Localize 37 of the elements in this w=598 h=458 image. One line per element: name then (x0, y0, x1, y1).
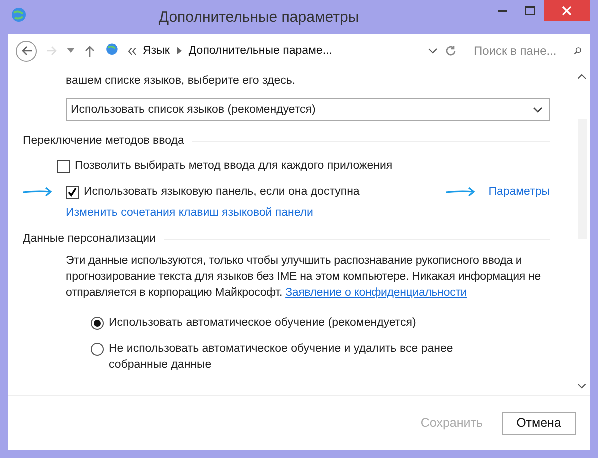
close-button[interactable] (544, 0, 590, 21)
minimize-icon (498, 10, 506, 12)
search-icon (574, 45, 582, 57)
refresh-icon[interactable] (445, 45, 457, 57)
privacy-link[interactable]: Заявление о конфиденциальности (286, 287, 468, 299)
back-arrow-icon (20, 45, 32, 57)
address-bar[interactable]: Язык Дополнительные параме... (105, 40, 463, 62)
checkbox-label[interactable]: Позволить выбирать метод ввода для каждого приложения (75, 160, 393, 172)
breadcrumb-item[interactable]: Язык (143, 45, 170, 57)
annotation-arrow (446, 187, 476, 197)
close-icon (562, 6, 572, 16)
section-heading: Данные персонализации (23, 233, 156, 245)
language-list-dropdown[interactable]: Использовать список языков (рекомендуется) (66, 98, 550, 121)
instruction-text: вашем списке языков, выберите его здесь. (66, 74, 297, 88)
dialog-button[interactable]: Отмена (502, 412, 576, 434)
scroll-down-icon[interactable] (578, 384, 586, 389)
radio-button[interactable] (91, 317, 104, 330)
hotkeys-link[interactable]: Изменить сочетания клавиш языковой панели (66, 207, 566, 219)
description-text: Эти данные используются, только чтобы улучшить распознавание рукописного ввода и прогнозирование текста для языков без IME на этом компьютере. Никакая информация не отправляется в корпорацию Майкрософт. Заявление о конфиденциальности (66, 254, 542, 301)
annotation-arrow (23, 187, 53, 197)
maximize-icon (525, 6, 535, 16)
radio-label[interactable]: Использовать автоматическое обучение (рекомендуется) (109, 315, 416, 331)
radio-label[interactable]: Не использовать автоматическое обучение и удалить все ранее собранные данные (109, 341, 496, 373)
caret-icon[interactable] (67, 48, 75, 54)
window-title: Дополнительные параметры (158, 8, 360, 26)
checkbox[interactable] (57, 160, 70, 172)
section-heading: Переключение методов ввода (23, 135, 184, 147)
options-link[interactable]: Параметры (488, 186, 550, 198)
radio-button[interactable] (91, 343, 104, 356)
back-button[interactable] (16, 40, 37, 62)
breadcrumb-item[interactable]: Дополнительные параме... (188, 45, 332, 57)
breadcrumb-separator-icon (176, 47, 182, 55)
chevrons-icon (128, 48, 136, 54)
scroll-up-icon[interactable] (578, 74, 586, 79)
up-arrow-icon[interactable] (84, 45, 96, 57)
checkbox-label[interactable]: Использовать языковую панель, если она доступна (84, 186, 360, 198)
checkbox[interactable] (66, 186, 79, 198)
